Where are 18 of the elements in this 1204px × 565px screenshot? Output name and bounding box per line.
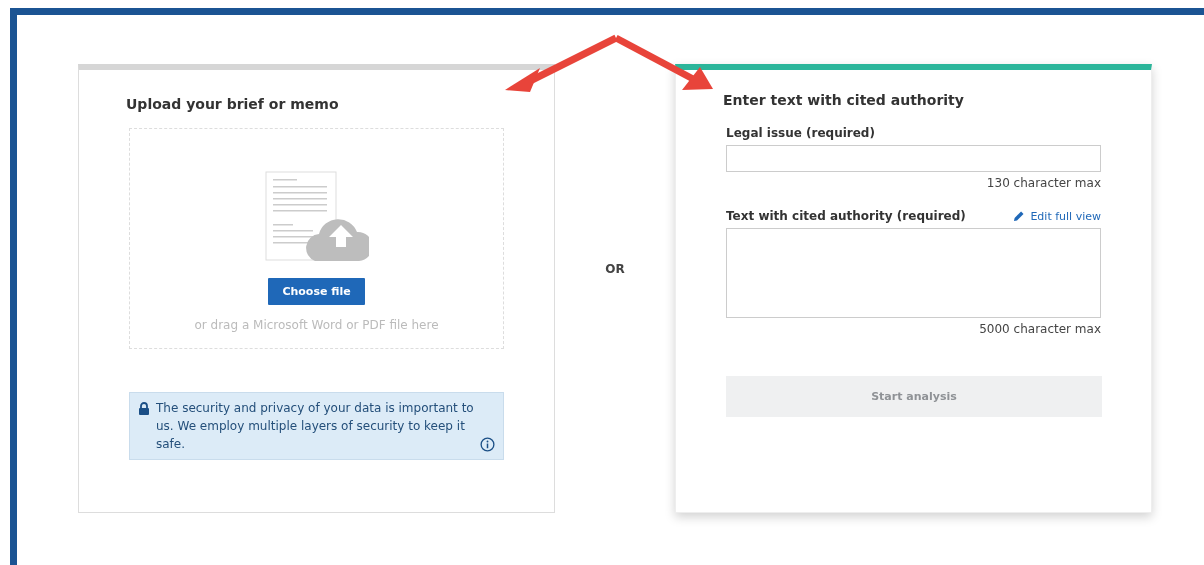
character-limit: 130 character max bbox=[985, 176, 1101, 190]
edit-full-view-link[interactable]: Edit full view bbox=[1013, 209, 1101, 223]
lock-icon bbox=[138, 402, 150, 415]
security-text: The security and privacy of your data is important to us. We employ multiple layers of security to keep it safe. bbox=[156, 400, 474, 453]
field-label: Legal issue (required) bbox=[726, 126, 875, 140]
info-icon[interactable] bbox=[480, 437, 495, 452]
pencil-icon bbox=[1013, 210, 1026, 222]
text-area[interactable] bbox=[726, 228, 1101, 318]
text-entry-title: Enter text with cited authority bbox=[723, 92, 965, 108]
drop-hint: or drag a Microsoft Word or PDF file here bbox=[194, 318, 439, 332]
character-limit: 5000 character max bbox=[978, 322, 1101, 336]
or-label: OR bbox=[604, 262, 626, 276]
upload-title: Upload your brief or memo bbox=[126, 96, 340, 112]
drop-zone[interactable]: Choose file or drag a Microsoft Word or PDF file here bbox=[129, 128, 504, 349]
field-label: Text with cited authority (required) bbox=[726, 209, 966, 223]
document-upload-icon bbox=[264, 171, 369, 263]
input-field[interactable] bbox=[726, 145, 1101, 172]
choose-file-button[interactable]: Choose file bbox=[268, 278, 365, 305]
